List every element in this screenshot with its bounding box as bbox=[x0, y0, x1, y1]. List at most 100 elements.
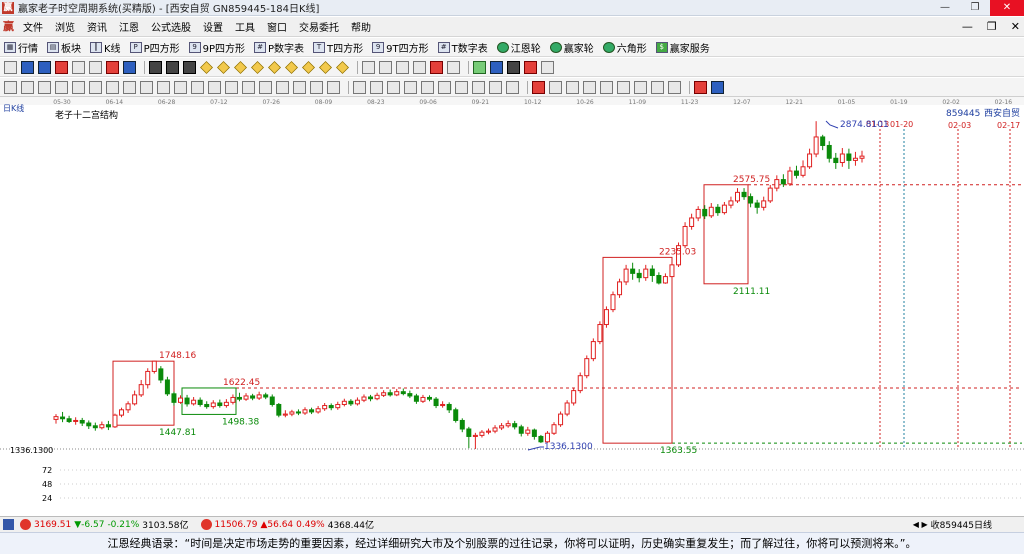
toolbar-winner-wheel-button[interactable]: 赢家轮 bbox=[549, 40, 594, 55]
menu-trade[interactable]: 交易委托 bbox=[293, 19, 345, 34]
toolbar-tool-icon[interactable] bbox=[532, 80, 545, 94]
toolbar-tool-icon[interactable] bbox=[285, 60, 298, 74]
toolbar-tool-icon[interactable] bbox=[617, 80, 630, 94]
toolbar-tool-icon[interactable] bbox=[123, 80, 136, 94]
toolbar-tool-icon[interactable] bbox=[438, 80, 451, 94]
toolbar-t-square-button[interactable]: T T四方形 bbox=[313, 40, 363, 55]
sz-index-status[interactable]: 11506.79 ▲56.64 0.49% 4368.44亿 bbox=[215, 518, 377, 532]
toolbar-tool-icon[interactable] bbox=[38, 80, 51, 94]
kline-chart-area[interactable]: 05-30 06-14 06-28 07-12 07-26 08-09 08-23 09-06… bbox=[0, 97, 1024, 516]
toolbar-tool-icon[interactable] bbox=[353, 80, 366, 94]
toolbar-tool-icon[interactable] bbox=[506, 80, 519, 94]
toolbar-tool-icon[interactable] bbox=[310, 80, 323, 94]
toolbar-tool-icon[interactable] bbox=[21, 60, 34, 74]
toolbar-tool-icon[interactable] bbox=[651, 80, 664, 94]
mdi-close-button[interactable]: ✕ bbox=[1011, 20, 1020, 33]
menu-formula[interactable]: 公式选股 bbox=[145, 19, 197, 34]
toolbar-tool-icon[interactable] bbox=[217, 60, 230, 74]
menu-window[interactable]: 窗口 bbox=[261, 19, 293, 34]
toolbar-tool-icon[interactable] bbox=[319, 60, 332, 74]
toolbar-p-numbers-button[interactable]: # P数字表 bbox=[254, 40, 304, 55]
toolbar-tool-icon[interactable] bbox=[38, 60, 51, 74]
toolbar-tool-icon[interactable] bbox=[490, 60, 503, 74]
toolbar-tool-icon[interactable] bbox=[413, 60, 426, 74]
toolbar-tool-icon[interactable] bbox=[106, 60, 119, 74]
toolbar-tool-icon[interactable] bbox=[293, 80, 306, 94]
toolbar-tool-icon[interactable] bbox=[89, 60, 102, 74]
toolbar-tool-icon[interactable] bbox=[387, 80, 400, 94]
toolbar-9p-square-button[interactable]: 9 9P四方形 bbox=[188, 40, 245, 55]
toolbar-tool-icon[interactable] bbox=[362, 60, 375, 74]
toolbar-tool-icon[interactable] bbox=[549, 80, 562, 94]
toolbar-tool-icon[interactable] bbox=[72, 80, 85, 94]
toolbar-tool-icon[interactable] bbox=[583, 80, 596, 94]
toolbar-tool-icon[interactable] bbox=[251, 60, 264, 74]
toolbar-tool-icon[interactable] bbox=[668, 80, 681, 94]
toolbar-tool-icon[interactable] bbox=[191, 80, 204, 94]
toolbar-tool-icon[interactable] bbox=[472, 80, 485, 94]
toolbar-tool-icon[interactable] bbox=[4, 60, 17, 74]
toolbar-tool-icon[interactable] bbox=[106, 80, 119, 94]
menu-browse[interactable]: 浏览 bbox=[49, 19, 81, 34]
toolbar-tool-icon[interactable] bbox=[404, 80, 417, 94]
toolbar-tool-icon[interactable] bbox=[455, 80, 468, 94]
mdi-restore-button[interactable]: ❐ bbox=[987, 20, 997, 33]
menu-tools[interactable]: 工具 bbox=[229, 19, 261, 34]
mdi-minimize-button[interactable]: — bbox=[962, 20, 973, 33]
sh-index-status[interactable]: 3169.51 ▼-6.57 -0.21% 3103.58亿 bbox=[34, 518, 192, 532]
toolbar-tool-icon[interactable] bbox=[166, 60, 179, 74]
toolbar-9t-square-button[interactable]: 9 9T四方形 bbox=[372, 40, 429, 55]
menu-info[interactable]: 资讯 bbox=[81, 19, 113, 34]
restore-button[interactable]: ❐ bbox=[960, 0, 990, 16]
toolbar-tool-icon[interactable] bbox=[200, 60, 213, 74]
toolbar-tool-icon[interactable] bbox=[524, 60, 537, 74]
toolbar-tool-icon[interactable] bbox=[208, 80, 221, 94]
toolbar-tool-icon[interactable] bbox=[379, 60, 392, 74]
menu-file[interactable]: 文件 bbox=[17, 19, 49, 34]
toolbar-tool-icon[interactable] bbox=[430, 60, 443, 74]
toolbar-gann-wheel-button[interactable]: 江恩轮 bbox=[496, 40, 541, 55]
toolbar-tool-icon[interactable] bbox=[447, 60, 460, 74]
toolbar-tool-icon[interactable] bbox=[711, 80, 724, 94]
menu-gann[interactable]: 江恩 bbox=[113, 19, 145, 34]
toolbar-tool-icon[interactable] bbox=[259, 80, 272, 94]
toolbar-kline-button[interactable]: ┃ K线 bbox=[90, 40, 121, 55]
toolbar-tool-icon[interactable] bbox=[89, 80, 102, 94]
toolbar-sector-button[interactable]: ▤ 板块 bbox=[47, 40, 81, 55]
toolbar-tool-icon[interactable] bbox=[541, 60, 554, 74]
toolbar-tool-icon[interactable] bbox=[302, 60, 315, 74]
toolbar-quotes-button[interactable]: ▦ 行情 bbox=[4, 40, 38, 55]
toolbar-tool-icon[interactable] bbox=[566, 80, 579, 94]
toolbar-tool-icon[interactable] bbox=[234, 60, 247, 74]
close-button[interactable]: ✕ bbox=[990, 0, 1024, 16]
toolbar-tool-icon[interactable] bbox=[21, 80, 34, 94]
toolbar-tool-icon[interactable] bbox=[396, 60, 409, 74]
toolbar-tool-icon[interactable] bbox=[634, 80, 647, 94]
toolbar-tool-icon[interactable] bbox=[242, 80, 255, 94]
toolbar-tool-icon[interactable] bbox=[149, 60, 162, 74]
menu-settings[interactable]: 设置 bbox=[197, 19, 229, 34]
toolbar-tool-icon[interactable] bbox=[694, 80, 707, 94]
toolbar-tool-icon[interactable] bbox=[157, 80, 170, 94]
toolbar-tool-icon[interactable] bbox=[174, 80, 187, 94]
toolbar-tool-icon[interactable] bbox=[4, 80, 17, 94]
toolbar-tool-icon[interactable] bbox=[327, 80, 340, 94]
toolbar-tool-icon[interactable] bbox=[489, 80, 502, 94]
toolbar-hexagon-button[interactable]: 六角形 bbox=[602, 40, 647, 55]
toolbar-t-numbers-button[interactable]: # T数字表 bbox=[437, 40, 488, 55]
toolbar-service-button[interactable]: $ 赢家服务 bbox=[655, 40, 710, 55]
current-stock-box[interactable]: ◀ ▶ 收859445日线 bbox=[913, 518, 992, 531]
toolbar-p-square-button[interactable]: P P四方形 bbox=[129, 40, 180, 55]
toolbar-tool-icon[interactable] bbox=[268, 60, 281, 74]
stock-nav-arrows-icon[interactable]: ◀ ▶ bbox=[913, 520, 928, 529]
toolbar-tool-icon[interactable] bbox=[140, 80, 153, 94]
toolbar-tool-icon[interactable] bbox=[72, 60, 85, 74]
toolbar-tool-icon[interactable] bbox=[183, 60, 196, 74]
toolbar-tool-icon[interactable] bbox=[370, 80, 383, 94]
toolbar-tool-icon[interactable] bbox=[421, 80, 434, 94]
toolbar-tool-icon[interactable] bbox=[123, 60, 136, 74]
toolbar-tool-icon[interactable] bbox=[507, 60, 520, 74]
minimize-button[interactable]: — bbox=[930, 0, 960, 16]
toolbar-tool-icon[interactable] bbox=[276, 80, 289, 94]
toolbar-tool-icon[interactable] bbox=[473, 60, 486, 74]
